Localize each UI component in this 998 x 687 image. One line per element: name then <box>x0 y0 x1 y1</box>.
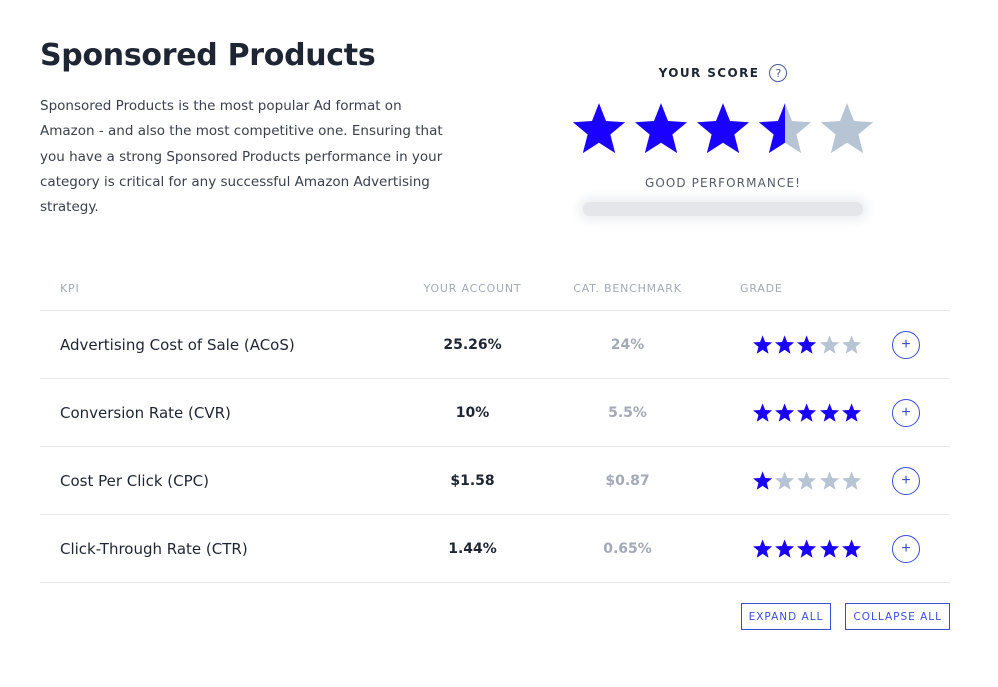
grade-star-rating <box>752 402 862 423</box>
kpi-name: Click-Through Rate (CTR) <box>60 539 248 558</box>
star-filled-icon <box>797 539 817 558</box>
score-heading: YOUR SCORE ? <box>659 64 788 82</box>
score-label: YOUR SCORE <box>658 66 760 80</box>
expand-all-button[interactable]: EXPAND ALL <box>740 603 832 630</box>
star-half-icon <box>758 103 812 154</box>
star-filled-icon <box>572 103 626 154</box>
star-filled-icon <box>753 539 773 558</box>
account-value: 1.44% <box>448 540 497 557</box>
grade-star-rating <box>752 334 862 355</box>
star-filled-icon <box>841 539 861 558</box>
expand-row-button[interactable]: + <box>892 330 920 359</box>
benchmark-value: 24% <box>610 336 645 353</box>
table-row: Cost Per Click (CPC) $1.58 $0.87 + <box>40 447 950 515</box>
score-star-rating <box>570 100 876 158</box>
page-description: Sponsored Products is the most popular A… <box>40 98 443 216</box>
header-your-account: YOUR ACCOUNT <box>423 281 522 295</box>
star-empty-icon <box>819 335 839 354</box>
star-filled-icon <box>819 539 839 558</box>
table-row: Click-Through Rate (CTR) 1.44% 0.65% + <box>40 515 950 583</box>
star-filled-icon <box>775 335 795 354</box>
grade-star-rating <box>752 538 862 559</box>
star-filled-icon <box>753 335 773 354</box>
help-icon[interactable]: ? <box>769 64 788 82</box>
grade-star-rating <box>752 470 862 491</box>
star-empty-icon <box>775 471 795 490</box>
star-filled-icon <box>753 403 773 422</box>
table-header: KPI YOUR ACCOUNT CAT. BENCHMARK GRADE <box>40 266 950 311</box>
star-filled-icon <box>634 103 688 154</box>
star-filled-icon <box>753 471 773 490</box>
header-kpi: KPI <box>60 281 80 295</box>
account-value: 10% <box>455 404 490 421</box>
expand-row-button[interactable]: + <box>892 466 920 495</box>
expand-row-button[interactable]: + <box>892 534 920 563</box>
star-filled-icon <box>797 403 817 422</box>
benchmark-value: $0.87 <box>605 472 650 489</box>
star-filled-icon <box>819 403 839 422</box>
blurred-placeholder <box>583 202 863 216</box>
benchmark-value: 5.5% <box>608 404 647 421</box>
table-row: Advertising Cost of Sale (ACoS) 25.26% 2… <box>40 311 950 379</box>
benchmark-value: 0.65% <box>603 540 652 557</box>
star-empty-icon <box>820 103 874 154</box>
star-empty-icon <box>819 471 839 490</box>
star-filled-icon <box>775 539 795 558</box>
header-grade: GRADE <box>740 281 783 295</box>
table-row: Conversion Rate (CVR) 10% 5.5% + <box>40 379 950 447</box>
header-benchmark: CAT. BENCHMARK <box>573 281 682 295</box>
star-empty-icon <box>841 335 861 354</box>
account-value: $1.58 <box>450 472 495 489</box>
star-filled-icon <box>696 103 750 154</box>
kpi-name: Advertising Cost of Sale (ACoS) <box>60 335 295 354</box>
kpi-name: Conversion Rate (CVR) <box>60 403 231 422</box>
kpi-table: KPI YOUR ACCOUNT CAT. BENCHMARK GRADE Ad… <box>40 266 950 583</box>
account-value: 25.26% <box>443 336 502 353</box>
performance-label: GOOD PERFORMANCE! <box>644 176 802 190</box>
collapse-all-button[interactable]: COLLAPSE ALL <box>845 603 950 630</box>
star-filled-icon <box>797 335 817 354</box>
kpi-name: Cost Per Click (CPC) <box>60 471 209 490</box>
star-filled-icon <box>841 403 861 422</box>
star-filled-icon <box>775 403 795 422</box>
star-empty-icon <box>797 471 817 490</box>
star-empty-icon <box>841 471 861 490</box>
score-panel: YOUR SCORE ? GOOD PERFORMANCE! <box>570 62 876 216</box>
page-title: Sponsored Products <box>40 38 376 73</box>
table-actions: EXPAND ALL COLLAPSE ALL <box>740 603 950 630</box>
expand-row-button[interactable]: + <box>892 398 920 427</box>
